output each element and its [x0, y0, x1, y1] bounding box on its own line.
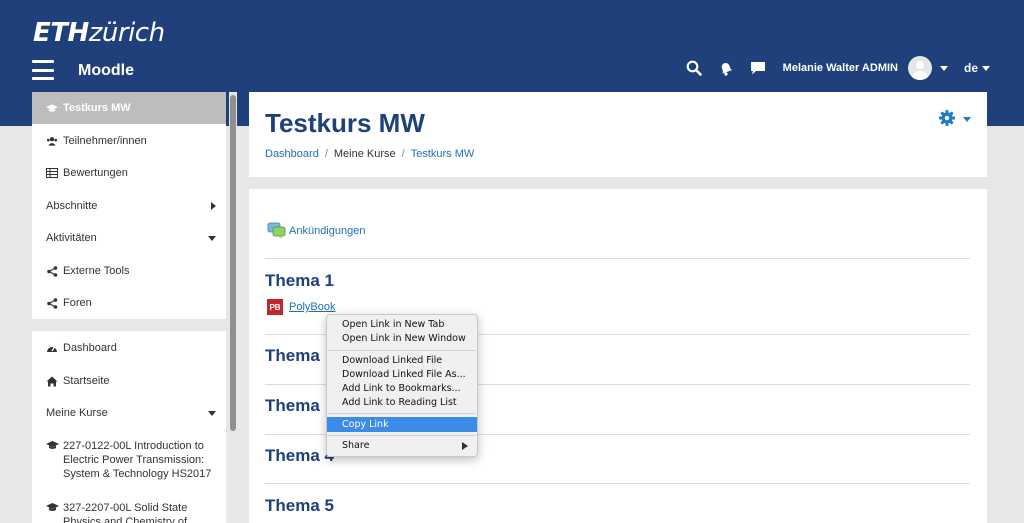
sidebar-course-item[interactable]: 327-2207-00L Solid State Physics and Che…	[46, 501, 216, 523]
eth-logo[interactable]: ETHzürich	[33, 18, 165, 48]
context-menu: Open Link in New Tab Open Link in New Wi…	[326, 314, 478, 457]
sidebar-item-activities[interactable]: Aktivitäten	[32, 222, 226, 254]
section-title-5: Thema 5	[265, 496, 334, 515]
logo-zurich-text: zürich	[88, 18, 165, 48]
site-brand[interactable]: Moodle	[78, 62, 134, 80]
sidebar-item-label: Teilnehmer/innen	[63, 135, 147, 147]
sidebar-item-label: Startseite	[63, 375, 110, 387]
sidebar-item-label: Meine Kurse	[46, 407, 108, 419]
gear-icon	[939, 110, 955, 129]
sidebar-course-item[interactable]: 227-0122-00L Introduction to Electric Po…	[46, 439, 216, 481]
section-title-4: Thema 4	[265, 446, 334, 465]
site-navigation-block: Dashboard Startseite Meine Kurse 227-012…	[32, 331, 226, 523]
announcements-link[interactable]: Ankündigungen	[267, 222, 365, 240]
share-icon	[46, 297, 58, 309]
logo-eth-text: ETH	[33, 18, 89, 48]
sidebar-item-grades[interactable]: Bewertungen	[32, 157, 226, 189]
section-title-1: Thema 1	[265, 271, 334, 290]
sidebar-item-dashboard[interactable]: Dashboard	[32, 332, 226, 364]
breadcrumb-dashboard[interactable]: Dashboard	[265, 148, 319, 160]
section-divider	[265, 483, 970, 484]
users-icon	[46, 135, 58, 147]
chevron-down-icon	[208, 410, 216, 416]
sidebar-item-testkurs[interactable]: Testkurs MW	[32, 92, 226, 124]
menu-item-add-bookmarks[interactable]: Add Link to Bookmarks...	[327, 382, 477, 396]
search-icon[interactable]	[685, 59, 703, 77]
course-label: 327-2207-00L Solid State Physics and Che…	[63, 502, 188, 523]
menu-item-download-file-as[interactable]: Download Linked File As...	[327, 368, 477, 382]
sidebar-item-participants[interactable]: Teilnehmer/innen	[32, 125, 226, 157]
menu-item-open-new-tab[interactable]: Open Link in New Tab	[327, 318, 477, 332]
chevron-right-icon	[211, 202, 216, 210]
page-title: Testkurs MW	[265, 108, 425, 138]
dashboard-icon	[46, 342, 58, 354]
home-icon	[46, 375, 58, 387]
menu-item-open-new-window[interactable]: Open Link in New Window	[327, 332, 477, 346]
language-label: de	[963, 61, 978, 75]
message-icon[interactable]	[749, 59, 767, 77]
menu-item-add-reading-list[interactable]: Add Link to Reading List	[327, 396, 477, 410]
menu-item-download-file[interactable]: Download Linked File	[327, 354, 477, 368]
sidebar-item-home[interactable]: Startseite	[32, 365, 226, 397]
breadcrumb-course[interactable]: Testkurs MW	[411, 148, 475, 160]
chevron-down-icon	[208, 235, 216, 241]
language-menu[interactable]: de	[964, 61, 990, 75]
sidebar-item-external-tools[interactable]: Externe Tools	[32, 255, 226, 287]
section-title-3: Thema	[265, 396, 320, 415]
sidebar-item-forums[interactable]: Foren	[32, 287, 226, 319]
menu-separator	[328, 350, 476, 351]
sidebar-item-label: Testkurs MW	[63, 102, 131, 114]
course-label: 227-0122-00L Introduction to Electric Po…	[63, 440, 212, 480]
polybook-icon: PB	[267, 299, 283, 315]
polybook-activity: PB PolyBook	[267, 299, 335, 315]
submenu-arrow-icon	[462, 442, 468, 450]
course-navigation-block: Testkurs MW Teilnehmer/innen Bewertungen…	[32, 92, 226, 319]
menu-separator	[328, 413, 476, 414]
user-name[interactable]: Melanie Walter ADMIN	[783, 62, 898, 74]
user-menu-caret-icon[interactable]	[939, 65, 948, 71]
polybook-link[interactable]: PolyBook	[289, 301, 335, 313]
sidebar-item-label: Foren	[63, 297, 92, 309]
sidebar-scroll-thumb[interactable]	[230, 95, 236, 431]
breadcrumb-my-courses: Meine Kurse	[333, 148, 396, 160]
table-icon	[46, 167, 58, 179]
section-title-2: Thema	[265, 346, 320, 365]
menu-item-label: Share	[342, 440, 370, 451]
breadcrumb: Dashboard / Meine Kurse / Testkurs MW	[265, 148, 474, 160]
course-settings-menu[interactable]	[939, 110, 971, 129]
page-header: Testkurs MW Dashboard / Meine Kurse / Te…	[249, 92, 987, 177]
forum-icon	[267, 222, 287, 240]
sidebar-item-label: Aktivitäten	[46, 232, 97, 244]
chevron-down-icon	[963, 117, 971, 122]
language-caret-icon	[982, 65, 990, 71]
graduation-cap-icon	[46, 502, 59, 517]
menu-separator	[328, 435, 476, 436]
bell-icon[interactable]	[717, 59, 735, 77]
breadcrumb-separator: /	[324, 148, 328, 160]
share-icon	[46, 265, 58, 277]
menu-item-share[interactable]: Share	[327, 439, 477, 453]
graduation-cap-icon	[46, 102, 58, 114]
hamburger-menu-icon[interactable]	[32, 60, 54, 80]
sidebar-item-label: Abschnitte	[46, 200, 98, 212]
section-divider	[265, 258, 970, 259]
navbar-right: Melanie Walter ADMIN de	[671, 56, 990, 80]
sidebar-item-label: Externe Tools	[63, 265, 130, 277]
breadcrumb-separator: /	[401, 148, 405, 160]
avatar[interactable]	[907, 56, 932, 80]
announcements-label: Ankündigungen	[289, 225, 366, 237]
sidebar-item-label: Dashboard	[63, 342, 117, 354]
menu-item-copy-link[interactable]: Copy Link	[327, 417, 477, 432]
sidebar-item-label: Bewertungen	[63, 167, 128, 179]
sidebar-item-sections[interactable]: Abschnitte	[32, 190, 226, 222]
sidebar-item-my-courses[interactable]: Meine Kurse	[32, 397, 226, 429]
graduation-cap-icon	[46, 440, 59, 455]
